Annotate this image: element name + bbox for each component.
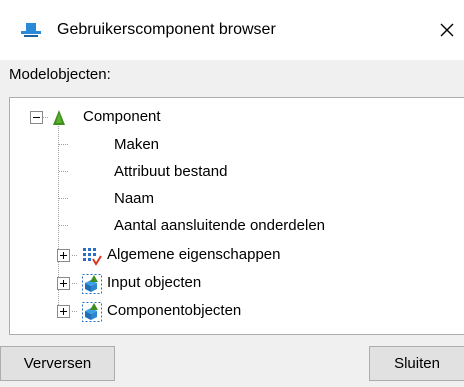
objects-icon [81,301,103,327]
tree-node-attribuut-bestand[interactable]: Attribuut bestand [114,163,227,181]
expand-icon[interactable] [57,305,70,322]
title-bar: Gebruikerscomponent browser [0,0,464,60]
model-objects-tree[interactable]: Component Maken Attribuut bestand Naam A… [9,97,464,335]
tree-node-input-objecten[interactable]: Input objecten [107,274,201,292]
collapse-icon[interactable] [30,111,43,128]
tree-node-aantal-aansluitende-onderdelen[interactable]: Aantal aansluitende onderdelen [114,217,325,235]
tree-node-algemene-eigenschappen[interactable]: Algemene eigenschappen [107,246,280,264]
window-title: Gebruikerscomponent browser [57,21,276,38]
expand-icon[interactable] [57,249,70,266]
tree-node-componentobjecten[interactable]: Componentobjecten [107,302,241,320]
tree-node-naam[interactable]: Naam [114,190,154,208]
tekla-logo-icon [20,22,42,40]
properties-icon [81,246,103,270]
tree-node-maken[interactable]: Maken [114,136,159,154]
triangle-component-icon [52,110,66,130]
objects-icon [81,273,103,299]
model-objects-label: Modelobjecten: [9,66,111,83]
close-button[interactable]: Sluiten [369,346,464,381]
close-icon[interactable] [433,16,461,44]
refresh-button[interactable]: Verversen [0,346,115,381]
tree-node-component[interactable]: Component [83,108,161,126]
expand-icon[interactable] [57,277,70,294]
